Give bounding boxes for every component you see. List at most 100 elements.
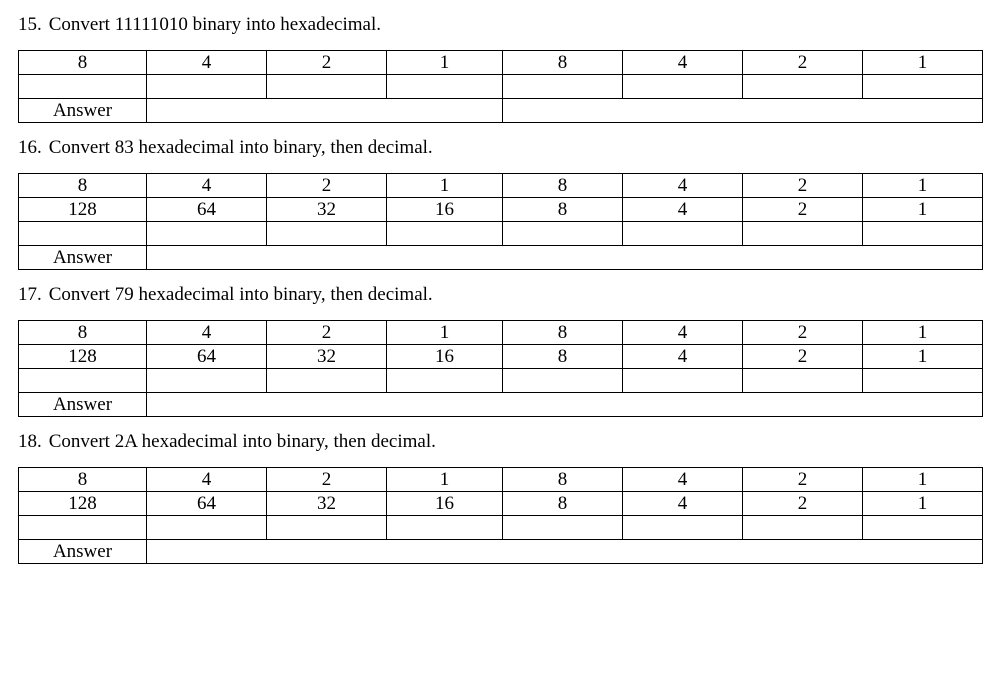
header-cell: 8 — [503, 174, 623, 198]
question-text: Convert 79 hexadecimal into binary, then… — [49, 284, 433, 305]
header-cell: 8 — [19, 321, 147, 345]
table-row: 8 4 2 1 8 4 2 1 — [19, 51, 983, 75]
header-cell: 2 — [743, 174, 863, 198]
header-cell: 1 — [387, 51, 503, 75]
answer-cell — [503, 99, 983, 123]
answer-cell — [147, 393, 983, 417]
weight-cell: 1 — [863, 198, 983, 222]
question-prompt: 16. Convert 83 hexadecimal into binary, … — [18, 137, 983, 159]
answer-row: Answer — [19, 540, 983, 564]
header-cell: 4 — [623, 321, 743, 345]
blank-cell — [387, 75, 503, 99]
question-text: Convert 83 hexadecimal into binary, then… — [49, 137, 433, 158]
header-cell: 1 — [863, 468, 983, 492]
header-cell: 4 — [147, 321, 267, 345]
blank-cell — [743, 516, 863, 540]
weight-cell: 8 — [503, 198, 623, 222]
conversion-table: 8 4 2 1 8 4 2 1 128 64 32 16 8 4 2 1 — [18, 173, 983, 270]
blank-cell — [863, 516, 983, 540]
weight-cell: 32 — [267, 345, 387, 369]
weight-cell: 128 — [19, 345, 147, 369]
answer-label: Answer — [19, 540, 147, 564]
blank-cell — [267, 516, 387, 540]
header-cell: 2 — [743, 468, 863, 492]
answer-label: Answer — [19, 393, 147, 417]
blank-cell — [623, 369, 743, 393]
weight-cell: 8 — [503, 345, 623, 369]
header-cell: 4 — [147, 468, 267, 492]
answer-row: Answer — [19, 99, 983, 123]
header-cell: 4 — [623, 51, 743, 75]
blank-cell — [19, 516, 147, 540]
header-cell: 4 — [623, 468, 743, 492]
table-row — [19, 369, 983, 393]
table-row: 128 64 32 16 8 4 2 1 — [19, 198, 983, 222]
answer-label: Answer — [19, 99, 147, 123]
table-row: 128 64 32 16 8 4 2 1 — [19, 345, 983, 369]
weight-cell: 16 — [387, 345, 503, 369]
blank-cell — [743, 369, 863, 393]
header-cell: 1 — [863, 174, 983, 198]
blank-cell — [503, 516, 623, 540]
weight-cell: 32 — [267, 492, 387, 516]
header-cell: 1 — [387, 174, 503, 198]
weight-cell: 2 — [743, 492, 863, 516]
blank-cell — [387, 222, 503, 246]
table-row: 8 4 2 1 8 4 2 1 — [19, 468, 983, 492]
question-number: 16. — [18, 137, 44, 159]
weight-cell: 2 — [743, 198, 863, 222]
answer-row: Answer — [19, 393, 983, 417]
blank-cell — [743, 222, 863, 246]
weight-cell: 1 — [863, 492, 983, 516]
blank-cell — [863, 222, 983, 246]
blank-cell — [503, 222, 623, 246]
weight-cell: 64 — [147, 198, 267, 222]
weight-cell: 64 — [147, 492, 267, 516]
weight-cell: 16 — [387, 198, 503, 222]
header-cell: 1 — [863, 321, 983, 345]
weight-cell: 16 — [387, 492, 503, 516]
blank-cell — [623, 516, 743, 540]
header-cell: 2 — [267, 468, 387, 492]
answer-label: Answer — [19, 246, 147, 270]
blank-cell — [19, 369, 147, 393]
weight-cell: 64 — [147, 345, 267, 369]
blank-cell — [863, 75, 983, 99]
blank-cell — [147, 75, 267, 99]
header-cell: 4 — [147, 174, 267, 198]
question-prompt: 17. Convert 79 hexadecimal into binary, … — [18, 284, 983, 306]
table-row — [19, 75, 983, 99]
header-cell: 4 — [623, 174, 743, 198]
header-cell: 2 — [267, 174, 387, 198]
header-cell: 2 — [267, 321, 387, 345]
question-18: 18. Convert 2A hexadecimal into binary, … — [18, 431, 983, 564]
question-prompt: 15. Convert 11111010 binary into hexadec… — [18, 14, 983, 36]
answer-cell — [147, 540, 983, 564]
question-text: Convert 2A hexadecimal into binary, then… — [49, 431, 436, 452]
header-cell: 2 — [743, 51, 863, 75]
weight-cell: 128 — [19, 492, 147, 516]
blank-cell — [267, 75, 387, 99]
blank-cell — [147, 222, 267, 246]
blank-cell — [19, 75, 147, 99]
blank-cell — [267, 369, 387, 393]
header-cell: 8 — [503, 468, 623, 492]
table-row — [19, 222, 983, 246]
weight-cell: 8 — [503, 492, 623, 516]
blank-cell — [267, 222, 387, 246]
weight-cell: 1 — [863, 345, 983, 369]
question-17: 17. Convert 79 hexadecimal into binary, … — [18, 284, 983, 417]
answer-cell — [147, 99, 503, 123]
blank-cell — [863, 369, 983, 393]
weight-cell: 4 — [623, 198, 743, 222]
question-16: 16. Convert 83 hexadecimal into binary, … — [18, 137, 983, 270]
question-prompt: 18. Convert 2A hexadecimal into binary, … — [18, 431, 983, 453]
weight-cell: 2 — [743, 345, 863, 369]
table-row — [19, 516, 983, 540]
blank-cell — [503, 75, 623, 99]
question-number: 17. — [18, 284, 44, 306]
conversion-table: 8 4 2 1 8 4 2 1 128 64 32 16 8 4 2 1 — [18, 467, 983, 564]
blank-cell — [19, 222, 147, 246]
weight-cell: 4 — [623, 492, 743, 516]
header-cell: 1 — [863, 51, 983, 75]
